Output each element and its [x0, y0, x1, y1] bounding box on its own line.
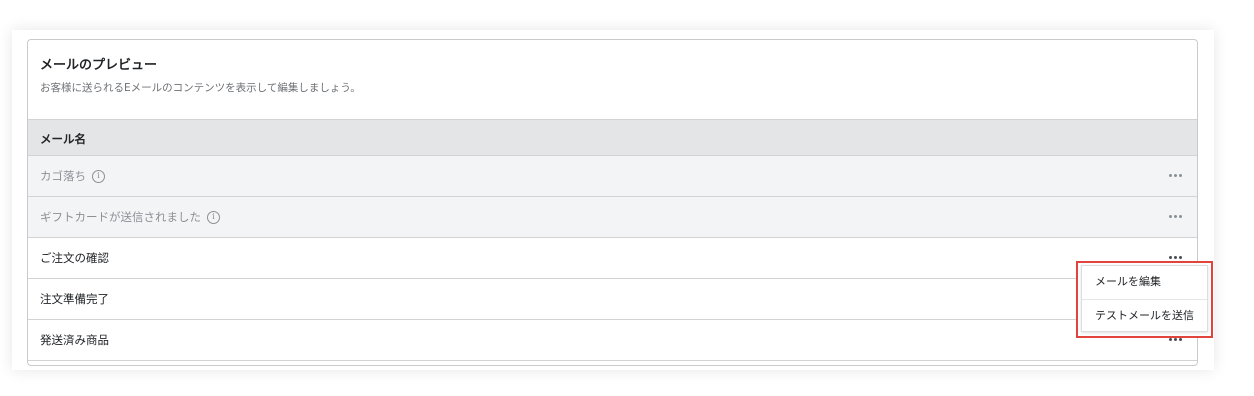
- row-label-wrap: 発送済み商品: [40, 332, 109, 348]
- row-label: 注文準備完了: [40, 292, 109, 306]
- more-horizontal-icon: [1168, 255, 1172, 259]
- page-background: メールのプレビュー お客様に送られるEメールのコンテンツを表示して編集しましょう…: [0, 0, 1254, 396]
- more-actions-button[interactable]: [1163, 205, 1187, 227]
- menu-item-edit-email[interactable]: メールを編集: [1082, 266, 1207, 298]
- more-horizontal-icon-dot: [1178, 173, 1182, 177]
- row-label-wrap: ご注文の確認: [40, 250, 109, 266]
- more-horizontal-icon: [1168, 214, 1172, 218]
- info-icon[interactable]: i: [207, 210, 220, 224]
- more-horizontal-icon-dot: [1178, 255, 1182, 259]
- email-preview-card: メールのプレビュー お客様に送られるEメールのコンテンツを表示して編集しましょう…: [27, 39, 1198, 366]
- more-horizontal-icon: [1168, 173, 1172, 177]
- row-label-wrap: カゴ落ち i: [40, 168, 105, 184]
- row-label: ご注文の確認: [40, 251, 109, 265]
- row-label: カゴ落ち: [40, 169, 86, 183]
- more-actions-button[interactable]: [1163, 164, 1187, 186]
- table-header: メール名: [28, 119, 1197, 156]
- card-title: メールのプレビュー: [40, 58, 158, 73]
- table-row-shipped[interactable]: 発送済み商品: [28, 320, 1197, 361]
- row-label: ギフトカードが送信されました: [40, 210, 201, 224]
- table-row-order-confirmation[interactable]: ご注文の確認: [28, 238, 1197, 279]
- more-horizontal-icon-dot: [1173, 255, 1177, 259]
- more-horizontal-icon-dot: [1173, 214, 1177, 218]
- table-row-gift-card-sent[interactable]: ギフトカードが送信されました i: [28, 197, 1197, 238]
- row-label-wrap: ギフトカードが送信されました i: [40, 209, 220, 225]
- table-row-order-ready[interactable]: 注文準備完了: [28, 279, 1197, 320]
- card-header: メールのプレビュー お客様に送られるEメールのコンテンツを表示して編集しましょう…: [28, 40, 1197, 119]
- table-row-abandoned-cart[interactable]: カゴ落ち i: [28, 156, 1197, 197]
- column-header-email-name: メール名: [40, 132, 86, 146]
- row-actions-menu: メールを編集 テストメールを送信: [1081, 265, 1208, 332]
- more-horizontal-icon-dot: [1173, 173, 1177, 177]
- row-label: 発送済み商品: [40, 333, 109, 347]
- row-label-wrap: 注文準備完了: [40, 291, 109, 307]
- card-subtitle: お客様に送られるEメールのコンテンツを表示して編集しましょう。: [40, 82, 361, 94]
- menu-item-send-test-email[interactable]: テストメールを送信: [1082, 299, 1207, 331]
- more-horizontal-icon-dot: [1178, 214, 1182, 218]
- info-icon[interactable]: i: [92, 169, 105, 183]
